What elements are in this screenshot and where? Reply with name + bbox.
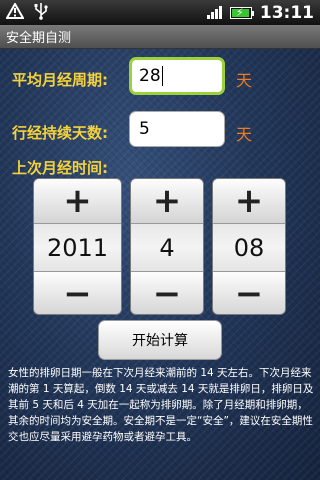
- day-value[interactable]: 08: [213, 224, 285, 271]
- app-title: 安全期自测: [0, 25, 320, 49]
- day-picker: + 08 −: [212, 178, 286, 315]
- duration-label: 行经持续天数:: [12, 124, 108, 142]
- usb-icon: [34, 2, 48, 24]
- day-increment-button[interactable]: +: [213, 179, 285, 224]
- clock: 13:11: [259, 2, 314, 23]
- duration-input[interactable]: 5: [129, 111, 225, 147]
- cycle-label: 平均月经周期:: [12, 71, 108, 89]
- day-decrement-button[interactable]: −: [213, 271, 285, 314]
- warning-icon: [5, 1, 25, 23]
- month-value[interactable]: 4: [131, 224, 203, 271]
- text-caret: [161, 66, 163, 86]
- last-period-label: 上次月经时间:: [12, 159, 108, 177]
- duration-input-value: 5: [139, 119, 150, 139]
- cycle-unit: 天: [236, 71, 253, 90]
- main-content: 平均月经周期: 28 天 行经持续天数: 5 天 上次月经时间: + 2011 …: [0, 49, 320, 480]
- year-value[interactable]: 2011: [34, 224, 121, 271]
- year-picker: + 2011 −: [33, 178, 122, 315]
- status-bar: ⚡ 13:11: [0, 0, 320, 25]
- month-picker: + 4 −: [130, 178, 204, 315]
- year-increment-button[interactable]: +: [34, 179, 121, 224]
- cycle-input-value: 28: [139, 66, 161, 86]
- duration-unit: 天: [236, 125, 253, 144]
- signal-icon: [206, 6, 222, 19]
- month-decrement-button[interactable]: −: [131, 271, 203, 314]
- calculate-button[interactable]: 开始计算: [98, 320, 222, 360]
- month-increment-button[interactable]: +: [131, 179, 203, 224]
- info-text: 女性的排卵日期一般在下次月经来潮前的 14 天左右。下次月经来潮的第 1 天算起…: [8, 367, 314, 443]
- year-decrement-button[interactable]: −: [34, 271, 121, 314]
- cycle-input[interactable]: 28: [129, 57, 225, 95]
- battery-charging-icon: ⚡: [229, 6, 254, 19]
